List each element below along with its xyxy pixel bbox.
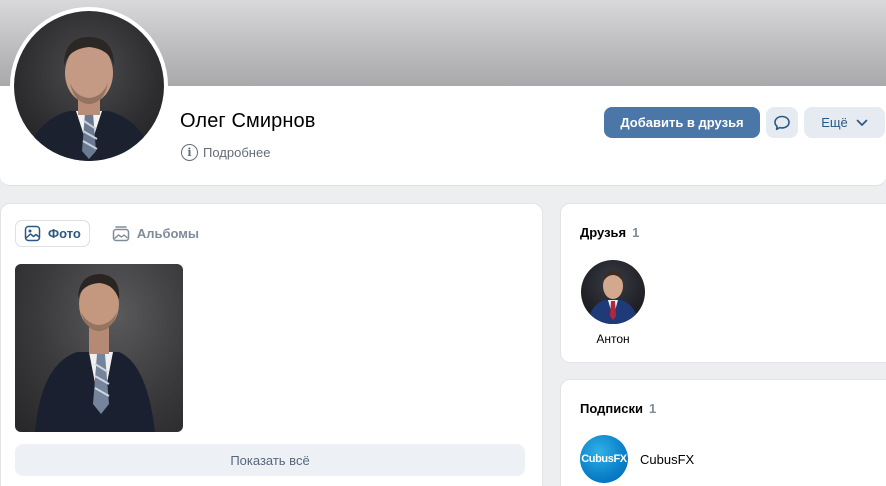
photos-card: Фото Альбомы Показать всё — [0, 203, 543, 486]
more-label: Ещё — [821, 115, 848, 130]
info-icon: i — [181, 143, 198, 161]
image-icon — [24, 225, 41, 242]
photo-thumbnail[interactable] — [15, 264, 183, 432]
albums-icon — [112, 226, 130, 242]
friend-avatar — [581, 260, 645, 324]
subscriptions-card: Подписки 1 CubusFX CubusFX — [560, 379, 886, 486]
friend-item[interactable]: Антон — [580, 260, 646, 346]
message-button[interactable] — [766, 107, 798, 138]
friends-title: Друзья — [580, 225, 627, 240]
tab-photos[interactable]: Фото — [15, 220, 90, 247]
tab-albums-label: Альбомы — [136, 226, 200, 241]
friends-count: 1 — [632, 225, 640, 240]
more-dropdown-button[interactable]: Ещё — [804, 107, 885, 138]
more-info-label: Подробнее — [203, 144, 271, 160]
subscriptions-count: 1 — [648, 401, 657, 416]
subscription-logo: CubusFX — [580, 435, 628, 483]
friends-header[interactable]: Друзья 1 — [580, 225, 639, 240]
chat-bubble-icon — [774, 115, 790, 130]
more-info-link[interactable]: i Подробнее — [181, 143, 270, 161]
add-friend-button[interactable]: Добавить в друзья — [604, 107, 760, 138]
tab-albums[interactable]: Альбомы — [104, 220, 207, 247]
profile-name: Олег Смирнов — [180, 110, 316, 132]
subscriptions-title: Подписки — [580, 401, 643, 416]
chevron-down-icon — [856, 119, 868, 126]
tab-photos-label: Фото — [48, 226, 81, 241]
subscription-item[interactable]: CubusFX CubusFX — [580, 435, 694, 483]
profile-avatar[interactable] — [10, 7, 168, 165]
friends-card: Друзья 1 Антон — [560, 203, 886, 363]
avatar-image — [14, 11, 164, 161]
subscription-name: CubusFX — [640, 451, 695, 467]
photos-tabs: Фото Альбомы — [15, 220, 207, 247]
show-all-button[interactable]: Показать всё — [15, 444, 525, 476]
subscriptions-header[interactable]: Подписки 1 — [580, 401, 656, 416]
friend-name: Антон — [596, 332, 630, 346]
